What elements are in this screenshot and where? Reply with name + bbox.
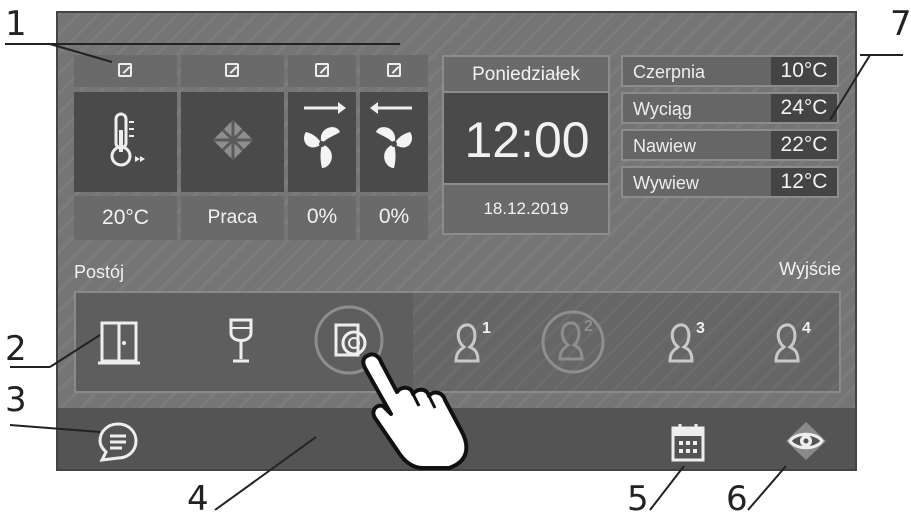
mode-value: Praca — [207, 207, 258, 228]
edit-icon[interactable] — [387, 63, 401, 77]
chat-icon[interactable] — [96, 420, 140, 464]
date-box: 18.12.2019 — [442, 185, 610, 235]
clock-time: 12:00 — [464, 112, 590, 168]
sensor-label: Nawiew — [633, 136, 697, 156]
exhaust-fan-icon — [370, 102, 413, 168]
sensor-value: 24°C — [771, 94, 837, 122]
callout-7: 7 — [890, 4, 911, 44]
mode-tile[interactable] — [181, 92, 284, 192]
edit-icon[interactable] — [225, 63, 239, 77]
edit-slot-temperature — [74, 55, 177, 87]
temperature-tile[interactable] — [74, 92, 177, 192]
callout-4: 4 — [187, 479, 209, 519]
exhaust-fan-tile[interactable] — [360, 92, 428, 192]
day-label: Poniedziałek — [472, 64, 580, 85]
edit-slot-exhaust — [360, 55, 428, 87]
edit-icon[interactable] — [315, 63, 329, 77]
sensor-row-wywiew: Wywiew 12°C — [621, 166, 839, 198]
profile-number: 1 — [482, 320, 491, 337]
pointing-hand-icon — [361, 352, 469, 470]
heat-exchanger-icon — [213, 120, 253, 160]
user-icon-selected[interactable]: 2 — [540, 309, 606, 375]
date-label: 18.12.2019 — [483, 199, 569, 218]
edit-slot-mode — [181, 55, 284, 87]
eye-icon[interactable] — [782, 420, 830, 462]
user-icon[interactable]: 4 — [762, 317, 816, 371]
sensor-row-nawiew: Nawiew 22°C — [621, 129, 839, 161]
exhaust-fan-value: 0% — [378, 205, 410, 228]
door-icon[interactable] — [98, 321, 142, 365]
sensor-label: Wywiew — [633, 173, 699, 193]
wine-glass-icon[interactable] — [226, 317, 256, 367]
supply-fan-tile[interactable] — [288, 92, 356, 192]
exhaust-value-box: 0% — [360, 196, 428, 240]
edit-slot-supply — [288, 55, 356, 87]
thermometer-icon — [110, 112, 145, 167]
standby-label: Postój — [74, 262, 125, 282]
callout-1: 1 — [5, 4, 27, 44]
sensor-value: 10°C — [771, 57, 837, 85]
day-box: Poniedziałek — [442, 55, 610, 93]
sensor-label: Czerpnia — [633, 62, 706, 82]
clock-box[interactable]: 12:00 — [442, 93, 610, 185]
edit-icon[interactable] — [118, 63, 132, 77]
callout-3: 3 — [5, 380, 27, 420]
temperature-value-box: 20°C — [74, 196, 177, 240]
supply-fan-value: 0% — [306, 205, 338, 228]
temperature-value: 20°C — [102, 206, 149, 229]
supply-value-box: 0% — [288, 196, 356, 240]
exit-label: Wyjście — [779, 259, 841, 279]
profile-number: 2 — [584, 318, 593, 335]
profile-number: 3 — [696, 320, 705, 337]
sensor-value: 22°C — [771, 131, 837, 159]
sensor-row-wyciag: Wyciąg 24°C — [621, 92, 839, 124]
callout-5: 5 — [627, 479, 649, 519]
user-icon[interactable]: 3 — [656, 317, 710, 371]
sensor-row-czerpnia: Czerpnia 10°C — [621, 55, 839, 87]
profile-number: 4 — [802, 320, 811, 337]
mode-value-box: Praca — [181, 196, 284, 240]
callout-2: 2 — [5, 329, 27, 369]
supply-fan-icon — [303, 102, 346, 168]
sensor-value: 12°C — [771, 168, 837, 196]
sensor-label: Wyciąg — [633, 99, 692, 119]
callout-6: 6 — [726, 479, 748, 519]
calendar-icon[interactable] — [670, 422, 706, 462]
